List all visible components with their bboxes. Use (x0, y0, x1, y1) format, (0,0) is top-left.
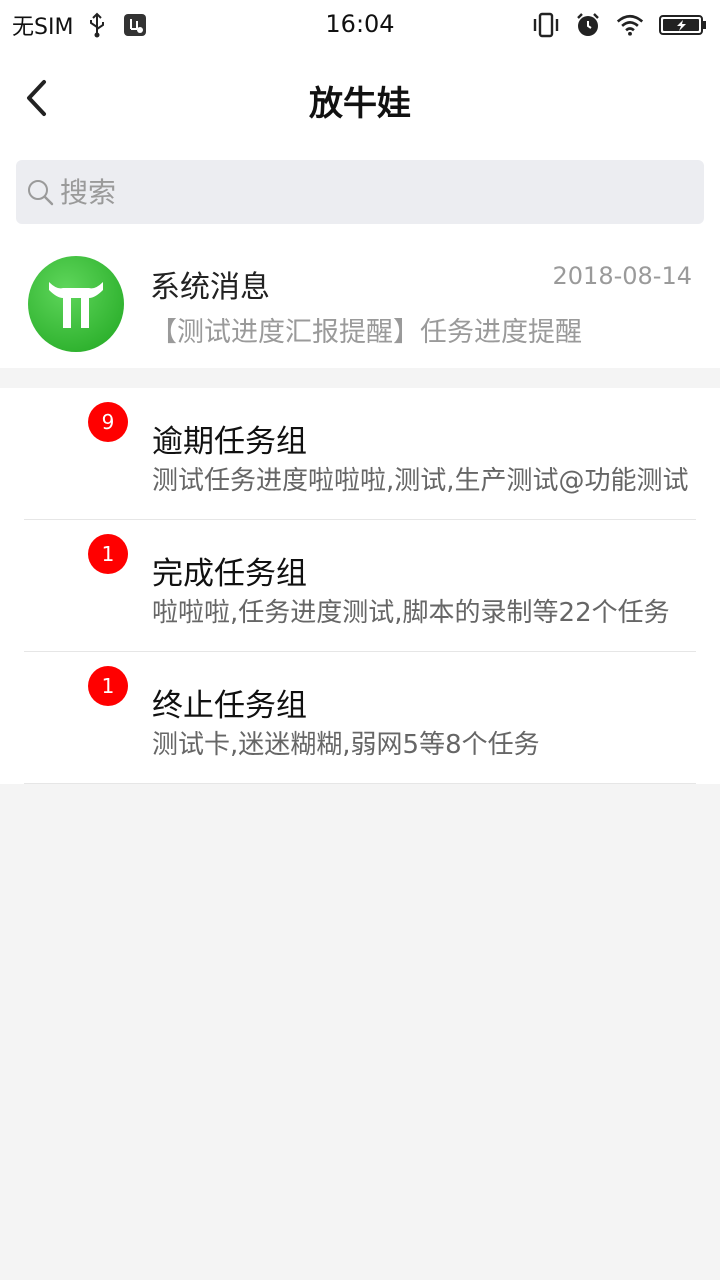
task-group-subtitle: 测试任务进度啦啦啦,测试,生产测试@功能测试 (152, 466, 689, 496)
task-group-subtitle: 啦啦啦,任务进度测试,脚本的录制等22个任务 (152, 598, 670, 628)
task-group-title: 完成任务组 (152, 556, 307, 592)
task-group-subtitle: 测试卡,迷迷糊糊,弱网5等8个任务 (152, 730, 540, 760)
unread-badge: 9 (88, 402, 128, 442)
alarm-icon (574, 11, 602, 39)
system-message-name: 系统消息 (150, 270, 270, 305)
page-title: 放牛娃 (309, 84, 411, 124)
vibrate-icon (532, 11, 560, 39)
task-group-row[interactable]: 9 逾期任务组 测试任务进度啦啦啦,测试,生产测试@功能测试 (0, 388, 720, 520)
status-bar: 无SIM 16:04 (0, 0, 720, 50)
battery-charging-icon (658, 11, 708, 39)
task-group-title: 终止任务组 (152, 688, 307, 724)
system-message-preview: 【测试进度汇报提醒】任务进度提醒 (150, 317, 582, 348)
search-input[interactable] (60, 160, 680, 224)
task-group-row[interactable]: 1 终止任务组 测试卡,迷迷糊糊,弱网5等8个任务 (0, 652, 720, 784)
unread-badge: 1 (88, 666, 128, 706)
task-group-list: 9 逾期任务组 测试任务进度啦啦啦,测试,生产测试@功能测试 1 完成任务组 啦… (0, 388, 720, 784)
task-group-row[interactable]: 1 完成任务组 啦啦啦,任务进度测试,脚本的录制等22个任务 (0, 520, 720, 652)
search-box[interactable] (16, 160, 704, 224)
status-right (532, 10, 708, 40)
navigation-bar: 放牛娃 (0, 50, 720, 146)
search-icon (26, 178, 56, 208)
wifi-icon (616, 11, 644, 39)
bull-logo-icon (49, 282, 103, 328)
row-divider (24, 783, 696, 784)
system-message-date: 2018-08-14 (552, 262, 692, 290)
unread-badge: 1 (88, 534, 128, 574)
search-area (0, 146, 720, 238)
task-group-title: 逾期任务组 (152, 424, 307, 460)
system-avatar (28, 256, 124, 352)
system-message-row[interactable]: 系统消息 2018-08-14 【测试进度汇报提醒】任务进度提醒 (0, 238, 720, 368)
